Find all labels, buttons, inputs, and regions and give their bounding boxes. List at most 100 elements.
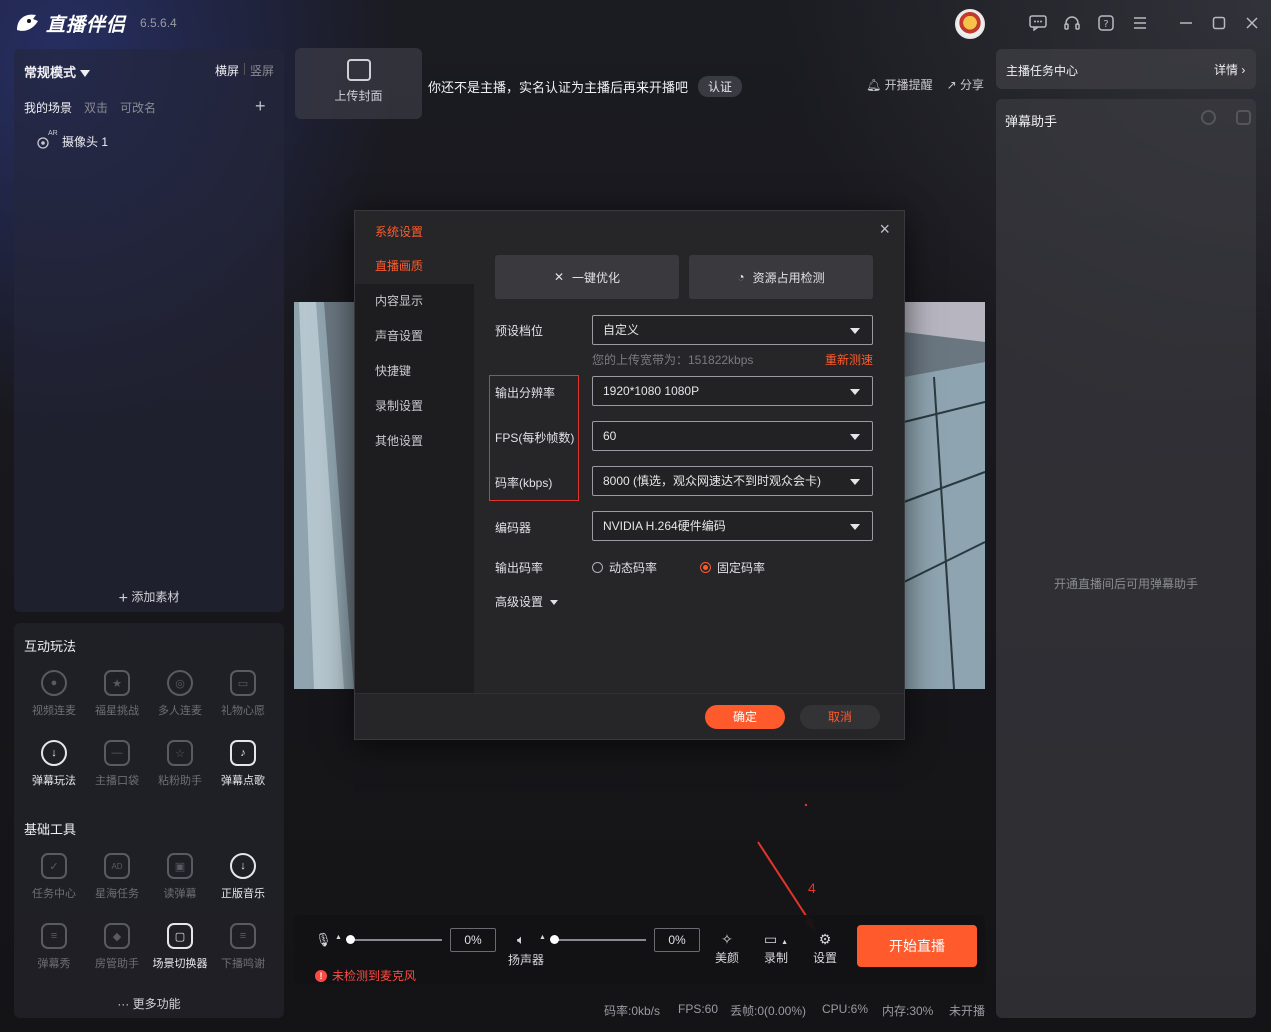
tool-star-task[interactable]: AD 星海任务	[87, 853, 147, 901]
cancel-button[interactable]: 取消	[800, 705, 880, 729]
speaker-volume-value[interactable]: 0%	[654, 928, 700, 952]
record-label: 录制	[763, 951, 788, 965]
speaker-volume-slider[interactable]	[550, 935, 646, 944]
tool-room-admin[interactable]: ◆ 房管助手	[87, 923, 147, 971]
tool-danmu-play[interactable]: ↓ 弹幕玩法	[24, 740, 84, 788]
caret-down-icon	[550, 600, 559, 606]
microphone-icon[interactable]: 🎙︎	[315, 932, 332, 948]
share-link[interactable]: ↗ 分享	[947, 76, 984, 93]
beauty-button[interactable]: ✧ 美颜	[709, 931, 745, 966]
source-item-camera[interactable]: AR 摄像头 1	[36, 130, 109, 150]
pocket-icon: —	[104, 740, 130, 766]
rate-fixed-radio[interactable]: 固定码率	[700, 559, 765, 576]
tool-multi-link[interactable]: ◎ 多人连麦	[150, 670, 210, 718]
details-link[interactable]: 详情 ›	[1214, 61, 1245, 78]
interactive-title: 互动玩法	[24, 639, 77, 654]
details-label: 详情	[1214, 63, 1239, 77]
nav-audio-settings[interactable]: 声音设置	[355, 319, 474, 354]
landscape-toggle[interactable]: 横屏	[215, 62, 239, 79]
retest-link[interactable]: 重新测速	[825, 351, 873, 368]
resolution-select[interactable]: 1920*1080 1080P	[592, 376, 873, 406]
tool-danmu-show[interactable]: ≡ 弹幕秀	[24, 923, 84, 971]
nav-record-settings[interactable]: 录制设置	[355, 389, 474, 424]
mic-warning: ! 未检测到麦克风	[315, 967, 416, 984]
advanced-label: 高级设置	[495, 595, 544, 609]
more-features-button[interactable]: ··· 更多功能	[14, 995, 284, 1012]
add-material-button[interactable]: + 添加素材	[14, 588, 284, 608]
nav-stream-quality[interactable]: 直播画质	[355, 249, 474, 284]
optimize-icon: ✕	[553, 270, 565, 284]
more-label: 更多功能	[132, 997, 181, 1011]
nav-hotkeys[interactable]: 快捷键	[355, 354, 474, 389]
tool-host-pocket[interactable]: — 主播口袋	[87, 740, 147, 788]
tool-song-request[interactable]: ♪ 弹幕点歌	[213, 740, 273, 788]
beauty-wand-icon: ✧	[721, 931, 733, 947]
verify-button[interactable]: 认证	[698, 76, 743, 97]
one-click-optimize-button[interactable]: ✕ 一键优化	[495, 255, 679, 299]
slider-knob[interactable]	[346, 935, 355, 944]
portrait-toggle[interactable]: 竖屏	[250, 62, 274, 79]
rate-fixed-label: 固定码率	[717, 561, 766, 575]
danmu-popout-icon[interactable]	[1236, 110, 1251, 125]
add-scene-icon[interactable]: +	[255, 96, 266, 117]
camera-label: 摄像头 1	[62, 135, 109, 149]
gear-icon: ⚙︎	[818, 931, 832, 947]
nav-other-settings[interactable]: 其他设置	[355, 424, 474, 459]
rate-dynamic-radio[interactable]: 动态码率	[592, 559, 657, 576]
tool-label: 主播口袋	[95, 775, 139, 787]
start-live-button[interactable]: 开始直播	[857, 925, 977, 967]
tool-read-danmu[interactable]: ▣ 读弹幕	[150, 853, 210, 901]
resource-check-button[interactable]: ◔ 资源占用检测	[689, 255, 873, 299]
bitrate-select[interactable]: 8000 (慎选，观众网速达不到时观众会卡)	[592, 466, 873, 496]
maximize-icon[interactable]	[1208, 12, 1230, 34]
nav-content-display[interactable]: 内容显示	[355, 284, 474, 319]
advanced-settings-toggle[interactable]: 高级设置	[495, 593, 559, 610]
mode-selector[interactable]: 常规模式	[24, 62, 91, 81]
preset-label: 预设档位	[495, 324, 544, 338]
close-icon[interactable]	[1241, 12, 1263, 34]
danmu-hint: 开通直播间后可用弹幕助手	[1053, 577, 1198, 591]
fps-select[interactable]: 60	[592, 421, 873, 451]
minimize-icon[interactable]	[1175, 12, 1197, 34]
resource-monitor-icon: ◔	[737, 270, 745, 284]
upload-cover-button[interactable]: 上传封面	[295, 48, 422, 119]
scene-hint-rename: 可改名	[120, 101, 157, 115]
tool-gift-wish[interactable]: ▭ 礼物心愿	[213, 670, 273, 718]
speaker-options-caret-icon[interactable]: ▲	[539, 934, 546, 941]
user-avatar[interactable]	[955, 9, 985, 39]
dialog-close-icon[interactable]: ×	[879, 219, 890, 240]
add-material-label: 添加素材	[131, 590, 180, 604]
tool-scene-switcher[interactable]: ▢ 场景切换器	[150, 923, 210, 971]
tool-label: 粘粉助手	[158, 775, 202, 787]
preset-select[interactable]: 自定义	[592, 315, 873, 345]
bandwidth-text: 您的上传宽带为：151822kbps	[592, 353, 754, 367]
record-button[interactable]: ▭ ▲ 录制	[758, 931, 794, 966]
speaker-icon[interactable]: 🔈︎	[517, 932, 525, 948]
mic-options-caret-icon[interactable]: ▲	[335, 934, 342, 941]
mic-volume-value[interactable]: 0%	[450, 928, 496, 952]
message-icon[interactable]	[1027, 12, 1049, 34]
image-upload-icon	[346, 59, 371, 81]
headset-icon[interactable]	[1061, 12, 1083, 34]
danmu-settings-icon[interactable]	[1201, 110, 1216, 125]
tool-lucky-challenge[interactable]: ★ 福星挑战	[87, 670, 147, 718]
divider	[244, 63, 245, 75]
chevron-down-icon	[80, 70, 91, 78]
tool-task-center[interactable]: ✓ 任务中心	[24, 853, 84, 901]
live-remind-link[interactable]: 🔔︎ 开播提醒	[866, 76, 933, 93]
tool-music[interactable]: ↓ 正版音乐	[213, 853, 273, 901]
tool-thanks[interactable]: ≡ 下播鸣谢	[213, 923, 273, 971]
fps-label: FPS(每秒帧数)	[495, 431, 575, 445]
slider-knob[interactable]	[550, 935, 559, 944]
help-icon[interactable]: ?	[1095, 12, 1117, 34]
mode-label: 常规模式	[24, 65, 77, 80]
menu-icon[interactable]	[1129, 12, 1151, 34]
confirm-button[interactable]: 确定	[705, 705, 785, 729]
tool-video-link[interactable]: ● 视频连麦	[24, 670, 84, 718]
settings-button[interactable]: ⚙︎ 设置	[807, 931, 843, 966]
warning-icon: !	[315, 969, 327, 982]
tool-fan-helper[interactable]: ☆ 粘粉助手	[150, 740, 210, 788]
mic-volume-slider[interactable]	[346, 935, 442, 944]
encoder-select[interactable]: NVIDIA H.264硬件编码	[592, 511, 873, 541]
tool-label: 多人连麦	[158, 705, 202, 717]
